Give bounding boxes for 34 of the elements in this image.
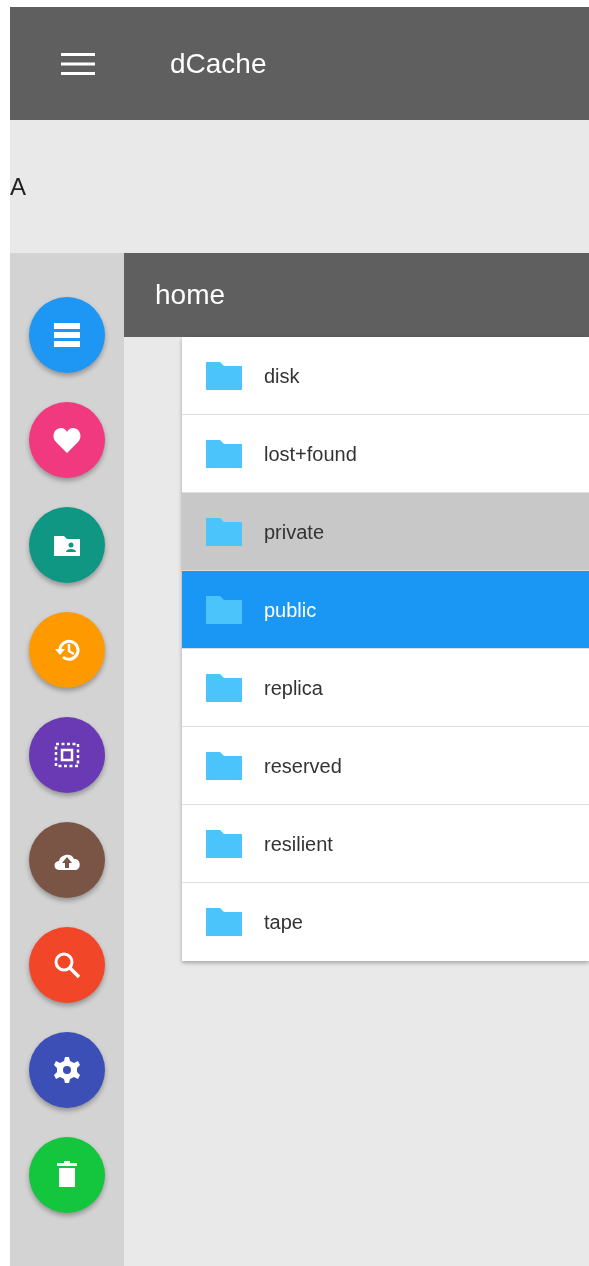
folder-name: lost+found [264,441,357,467]
folder-name: reserved [264,753,342,779]
folder-name: replica [264,675,323,701]
folder-row[interactable]: disk [182,337,589,415]
folder-title: home [155,278,226,312]
folder-row[interactable]: reserved [182,727,589,805]
folder-icon [204,827,244,860]
folder-name: tape [264,910,303,935]
sidebar-button[interactable] [29,297,105,373]
settings-icon [51,1054,83,1086]
folder-name: resilient [264,831,333,857]
folder-row[interactable]: resilient [182,805,589,883]
sidebar-button[interactable] [29,1032,105,1108]
sidebar-button[interactable] [29,822,105,898]
folder-icon [204,671,244,704]
folder-icon [204,593,244,626]
sidebar-button[interactable] [29,402,105,478]
sidebar-button[interactable] [29,507,105,583]
folder-row[interactable]: tape [182,883,589,961]
folder-icon [204,359,244,392]
menu-icon [61,51,95,76]
sidebar-button[interactable] [29,717,105,793]
folder-icon [204,906,244,938]
banner-text: A [10,171,26,202]
folder-row[interactable]: private [182,493,589,571]
folder-name: public [264,597,317,623]
app-title: dCache [170,46,267,81]
folder-row[interactable]: replica [182,649,589,727]
folder-icon [204,749,244,782]
folder-icon [204,437,244,470]
folder-name: private [264,519,325,545]
folder-name: disk [264,363,300,389]
folder-icon [204,515,244,548]
sidebar-button[interactable] [29,927,105,1003]
